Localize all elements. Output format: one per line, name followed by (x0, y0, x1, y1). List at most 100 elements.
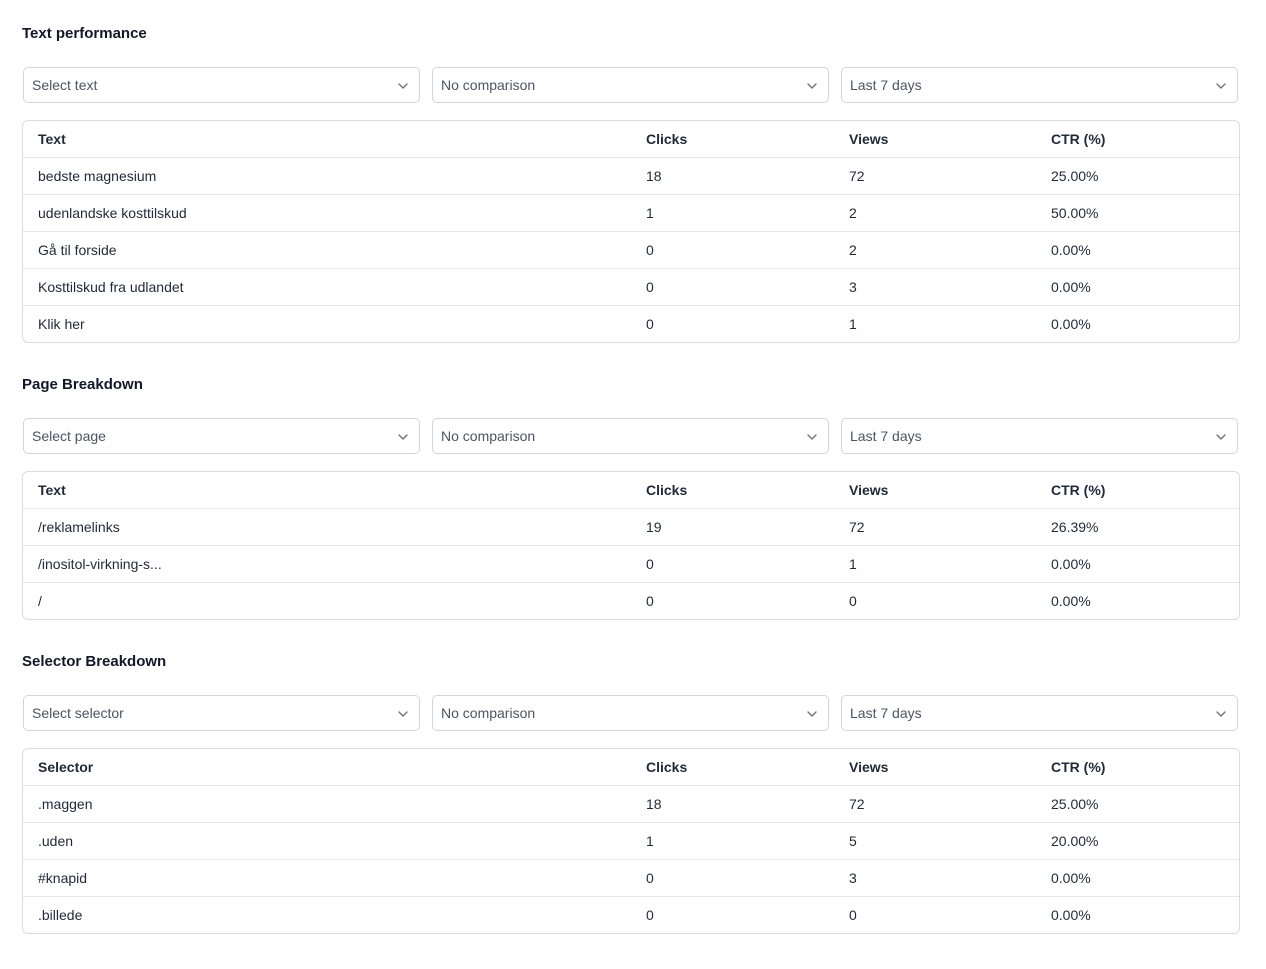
column-header[interactable]: Clicks (646, 121, 687, 157)
ctr-cell: 25.00% (1051, 168, 1099, 184)
views-cell: 72 (849, 796, 865, 812)
ctr-cell: 20.00% (1051, 833, 1099, 849)
column-header[interactable]: CTR (%) (1051, 121, 1105, 157)
table-row[interactable]: udenlandske kosttilskud 1 2 50.00% (23, 194, 1239, 231)
filter-bar: Select text No comparison Last 7 days (23, 67, 1238, 105)
date-range-dropdown[interactable]: Last 7 days (841, 67, 1238, 103)
text-cell: bedste magnesium (38, 168, 157, 184)
column-header[interactable]: Views (849, 121, 888, 157)
views-cell: 72 (849, 519, 865, 535)
select-selector-dropdown[interactable]: Select selector (23, 695, 420, 731)
column-header[interactable]: Text (38, 472, 66, 508)
views-cell: 2 (849, 242, 857, 258)
chevron-down-icon (1216, 434, 1226, 440)
select-value: No comparison (441, 705, 536, 721)
views-cell: 0 (849, 593, 857, 609)
ctr-cell: 25.00% (1051, 796, 1099, 812)
text-performance-table: Text Clicks Views CTR (%) bedste magnesi… (22, 120, 1240, 343)
views-cell: 3 (849, 279, 857, 295)
comparison-dropdown[interactable]: No comparison (432, 418, 829, 454)
section-title: Selector Breakdown (22, 653, 167, 670)
text-cell: udenlandske kosttilskud (38, 205, 187, 221)
clicks-cell: 18 (646, 796, 662, 812)
clicks-cell: 0 (646, 279, 654, 295)
clicks-cell: 0 (646, 593, 654, 609)
column-header[interactable]: CTR (%) (1051, 472, 1105, 508)
date-range-dropdown[interactable]: Last 7 days (841, 418, 1238, 454)
column-header[interactable]: Text (38, 121, 66, 157)
ctr-cell: 50.00% (1051, 205, 1099, 221)
views-cell: 5 (849, 833, 857, 849)
select-value: No comparison (441, 77, 536, 93)
table-row[interactable]: Klik her 0 1 0.00% (23, 305, 1239, 342)
selector-cell: .maggen (38, 796, 93, 812)
select-value: Select selector (32, 705, 124, 721)
column-header[interactable]: Clicks (646, 749, 687, 785)
text-cell: Gå til forside (38, 242, 117, 258)
clicks-cell: 0 (646, 870, 654, 886)
selector-cell: .uden (38, 833, 74, 849)
ctr-cell: 0.00% (1051, 870, 1091, 886)
page-cell: /inositol-virkning-s... (38, 556, 162, 572)
table-row[interactable]: bedste magnesium 18 72 25.00% (23, 157, 1239, 194)
selector-breakdown-section: Selector Breakdown Select selector No co… (22, 652, 1240, 934)
table-row[interactable]: .billede 0 0 0.00% (23, 896, 1239, 933)
clicks-cell: 1 (646, 833, 654, 849)
filter-bar: Select selector No comparison Last 7 day… (23, 695, 1238, 733)
chevron-down-icon (1216, 711, 1226, 717)
ctr-cell: 0.00% (1051, 242, 1091, 258)
page-cell: / (38, 593, 42, 609)
table-row[interactable]: / 0 0 0.00% (23, 582, 1239, 619)
column-header[interactable]: Views (849, 472, 888, 508)
comparison-dropdown[interactable]: No comparison (432, 695, 829, 731)
select-value: No comparison (441, 428, 536, 444)
chevron-down-icon (398, 711, 408, 717)
table-row[interactable]: #knapid 0 3 0.00% (23, 859, 1239, 896)
table-row[interactable]: /inositol-virkning-s... 0 1 0.00% (23, 545, 1239, 582)
views-cell: 1 (849, 556, 857, 572)
clicks-cell: 1 (646, 205, 654, 221)
table-row[interactable]: /reklamelinks 19 72 26.39% (23, 508, 1239, 545)
chevron-down-icon (807, 711, 817, 717)
views-cell: 2 (849, 205, 857, 221)
table-row[interactable]: .maggen 18 72 25.00% (23, 785, 1239, 822)
select-value: Select page (32, 428, 106, 444)
chevron-down-icon (1216, 83, 1226, 89)
ctr-cell: 0.00% (1051, 556, 1091, 572)
column-header[interactable]: Clicks (646, 472, 687, 508)
column-header[interactable]: CTR (%) (1051, 749, 1105, 785)
select-page-dropdown[interactable]: Select page (23, 418, 420, 454)
select-text-dropdown[interactable]: Select text (23, 67, 420, 103)
ctr-cell: 0.00% (1051, 316, 1091, 332)
clicks-cell: 18 (646, 168, 662, 184)
clicks-cell: 0 (646, 907, 654, 923)
selector-cell: .billede (38, 907, 83, 923)
column-header[interactable]: Views (849, 749, 888, 785)
table-row[interactable]: Gå til forside 0 2 0.00% (23, 231, 1239, 268)
ctr-cell: 0.00% (1051, 593, 1091, 609)
page-cell: /reklamelinks (38, 519, 120, 535)
ctr-cell: 0.00% (1051, 907, 1091, 923)
chevron-down-icon (398, 434, 408, 440)
filter-bar: Select page No comparison Last 7 days (23, 418, 1238, 456)
clicks-cell: 0 (646, 242, 654, 258)
ctr-cell: 0.00% (1051, 279, 1091, 295)
ctr-cell: 26.39% (1051, 519, 1099, 535)
section-title: Page Breakdown (22, 376, 143, 393)
select-value: Last 7 days (850, 77, 922, 93)
clicks-cell: 0 (646, 556, 654, 572)
views-cell: 1 (849, 316, 857, 332)
selector-cell: #knapid (38, 870, 88, 886)
clicks-cell: 19 (646, 519, 662, 535)
date-range-dropdown[interactable]: Last 7 days (841, 695, 1238, 731)
column-header[interactable]: Selector (38, 749, 93, 785)
table-header: Selector Clicks Views CTR (%) (23, 749, 1239, 785)
table-row[interactable]: .uden 1 5 20.00% (23, 822, 1239, 859)
views-cell: 72 (849, 168, 865, 184)
table-header: Text Clicks Views CTR (%) (23, 121, 1239, 157)
comparison-dropdown[interactable]: No comparison (432, 67, 829, 103)
clicks-cell: 0 (646, 316, 654, 332)
text-cell: Klik her (38, 316, 85, 332)
table-row[interactable]: Kosttilskud fra udlandet 0 3 0.00% (23, 268, 1239, 305)
table-header: Text Clicks Views CTR (%) (23, 472, 1239, 508)
